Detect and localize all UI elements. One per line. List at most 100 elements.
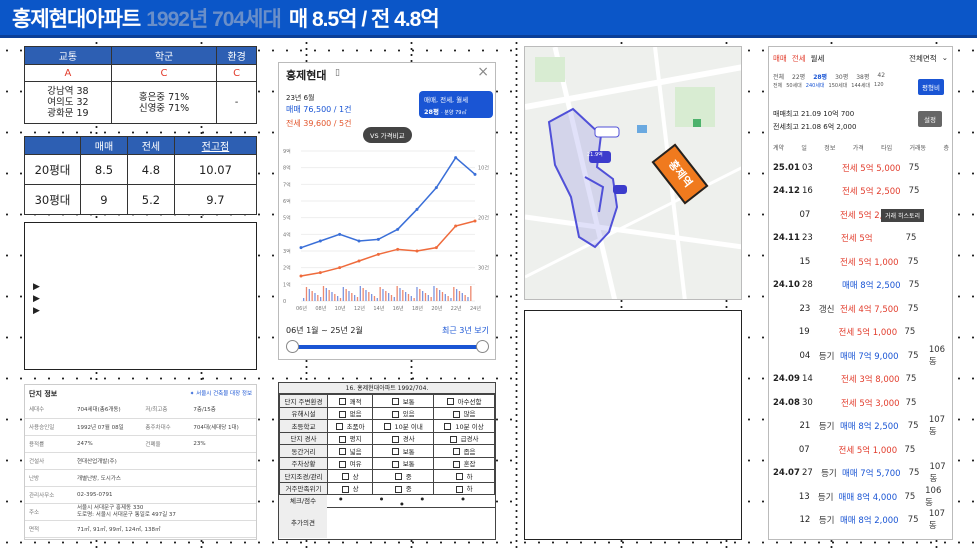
checklist-option[interactable]: 평지 bbox=[326, 431, 374, 445]
checklist-option[interactable]: 경사 bbox=[372, 431, 435, 445]
volume-bar bbox=[444, 294, 446, 301]
checklist-option[interactable]: 상 bbox=[326, 469, 374, 483]
list-cell: 매매 8억 2,500 bbox=[839, 422, 899, 432]
rating-dots[interactable]: ● ● ● ● ● bbox=[327, 496, 495, 506]
book-icon[interactable]: ▯ bbox=[335, 68, 340, 78]
data-point bbox=[357, 239, 361, 243]
list-cell: 75 bbox=[908, 186, 920, 196]
range-slider-start-handle[interactable] bbox=[286, 340, 299, 353]
checklist-option[interactable]: 보통 bbox=[372, 394, 435, 408]
compare-size-button[interactable]: 평형비 bbox=[918, 79, 944, 95]
range-slider-end-handle[interactable] bbox=[476, 340, 489, 353]
tab-sale[interactable]: 매매 bbox=[773, 53, 787, 64]
checklist-option[interactable]: 아수선함 bbox=[433, 394, 495, 408]
building-register-link[interactable]: ✦ 서울시 건축물 대장 정보 bbox=[190, 389, 252, 399]
list-item[interactable]: 24.1216전세 5억 2,500756층 bbox=[773, 183, 952, 200]
volume-bar bbox=[368, 292, 370, 301]
checklist-option[interactable]: 중 bbox=[372, 469, 435, 483]
checklist-option[interactable]: 10분 이내 bbox=[372, 419, 435, 433]
data-point bbox=[415, 207, 419, 211]
volume-bar bbox=[399, 288, 401, 301]
map-notes-box[interactable] bbox=[524, 310, 742, 540]
list-item[interactable]: 07전세 5억 1,0007514층 bbox=[773, 441, 952, 458]
volume-bar bbox=[450, 298, 452, 301]
note-input[interactable] bbox=[327, 508, 495, 538]
checklist-option[interactable]: 하 bbox=[433, 481, 495, 495]
close-icon[interactable]: × bbox=[477, 64, 489, 80]
volume-bar bbox=[396, 286, 398, 301]
checklist-option[interactable]: 있음 bbox=[372, 406, 435, 420]
volume-bar bbox=[320, 297, 322, 301]
checklist-option[interactable]: 넓음 bbox=[326, 444, 374, 458]
checklist-option[interactable]: 많음 bbox=[433, 406, 495, 420]
list-cell: 04 bbox=[799, 350, 811, 361]
list-cell: 75 bbox=[904, 444, 916, 455]
checklist-option[interactable]: 초품아 bbox=[326, 419, 374, 433]
list-cell: 전세 4억 7,500 bbox=[839, 304, 899, 315]
list-item[interactable]: 04등기매매 7억 9,00075106동9층 bbox=[773, 345, 952, 367]
checklist-option[interactable]: 하 bbox=[433, 469, 495, 483]
volume-bar bbox=[419, 289, 421, 301]
chart-lease-price: 전세 39,600 / 5건 bbox=[286, 119, 352, 128]
list-cell: 등기 bbox=[818, 351, 835, 362]
checklist-option[interactable]: 급경사 bbox=[433, 431, 495, 445]
infra-grade: C bbox=[216, 64, 257, 82]
list-cell: 75 bbox=[908, 468, 920, 478]
list-item[interactable]: 25.0103전세 5억 5,000753층 bbox=[773, 159, 952, 176]
area-select[interactable]: 전체면적 bbox=[909, 53, 937, 64]
trade-filter-dropdown[interactable]: 매매, 전세, 월세 28평 · 분양 79㎡ bbox=[419, 91, 493, 118]
checklist-option[interactable]: 좁음 bbox=[433, 444, 495, 458]
checklist-option[interactable]: 보통 bbox=[372, 456, 435, 470]
map-marker[interactable]: 21.9억 bbox=[587, 151, 603, 158]
list-item[interactable]: 24.1123전세 5억7511층 bbox=[773, 230, 952, 247]
map-panel[interactable]: 21.9억 홍제역 bbox=[524, 46, 742, 300]
checklist-option[interactable]: 혼잡 bbox=[433, 456, 495, 470]
x-tick-label: 20년 bbox=[431, 305, 442, 312]
list-item[interactable]: 19전세 5억 1,0007512층 bbox=[773, 324, 952, 341]
list-cell: 30 bbox=[802, 397, 813, 408]
checklist-option[interactable]: 쾌적 bbox=[326, 394, 374, 408]
list-cell: 전세 5억 2,500 bbox=[841, 187, 901, 197]
recent-3y-button[interactable]: 최근 3년 보기 bbox=[442, 325, 489, 336]
play-icon: ▶ bbox=[33, 306, 40, 316]
checklist-option[interactable]: 중 bbox=[372, 481, 435, 495]
list-cell: 12 bbox=[799, 515, 811, 525]
list-cell: 전세 5억 5,000 bbox=[841, 163, 901, 174]
list-item[interactable]: 21등기매매 8억 2,50075107동6층 bbox=[773, 415, 952, 437]
list-item[interactable]: 24.0830전세 5억 3,0007511층 bbox=[773, 394, 952, 411]
chevron-down-icon[interactable]: ⌄ bbox=[942, 53, 948, 64]
settings-button[interactable]: 설정 bbox=[918, 111, 942, 127]
checklist-option[interactable]: 10분 이상 bbox=[433, 419, 495, 433]
chart-sale-price: 매매 76,500 / 1건 bbox=[286, 105, 352, 114]
volume-bar bbox=[388, 293, 390, 301]
data-point bbox=[338, 266, 342, 270]
chart-complex-name: 홍제현대 bbox=[286, 69, 327, 82]
list-cell: 매매 8억 2,500 bbox=[841, 281, 901, 291]
infra-header: 교통 bbox=[24, 46, 112, 65]
checklist-option[interactable]: 상 bbox=[326, 481, 374, 495]
list-item[interactable]: 07전세 5억 2,000751층 bbox=[773, 206, 952, 223]
list-item[interactable]: 24.0914전세 3억 8,0007513층 bbox=[773, 371, 952, 388]
price-header: 전세 bbox=[126, 136, 175, 155]
checklist-item-label: 주차상황 bbox=[279, 456, 328, 470]
data-point bbox=[454, 156, 458, 160]
list-item[interactable]: 13등기매매 8억 4,00075106동11층 bbox=[773, 486, 952, 508]
list-item[interactable]: 24.1028매매 8억 2,500755층 bbox=[773, 277, 952, 294]
list-item[interactable]: 24.0727등기매매 7억 5,70075107동1층 bbox=[773, 462, 952, 484]
tab-monthly[interactable]: 월세 bbox=[811, 53, 825, 64]
list-item[interactable]: 15전세 5억 1,000758층 bbox=[773, 253, 952, 270]
tab-lease[interactable]: 전세 bbox=[792, 53, 806, 64]
checklist-option[interactable]: 보통 bbox=[372, 444, 435, 458]
volume-bar bbox=[311, 291, 313, 301]
list-item[interactable]: 12등기매매 8억 2,00075107동3층 bbox=[773, 509, 952, 531]
compare-price-button[interactable]: VS 가격비교 bbox=[363, 127, 412, 143]
notes-box[interactable]: ▶ ▶ ▶ bbox=[24, 222, 257, 370]
price-trend-chart: 9억 8억 10건 7억 6억 5억 20건 4억 3억 2억 30건 1억 0 06년 08년 10년 12년… bbox=[283, 148, 489, 312]
checklist-option[interactable]: 없음 bbox=[326, 406, 374, 420]
list-item[interactable]: 23갱신전세 4억 7,500758층 bbox=[773, 300, 952, 317]
list-cell: 15 bbox=[799, 256, 811, 267]
volume-bar bbox=[453, 287, 455, 301]
range-slider-track[interactable] bbox=[291, 345, 485, 349]
volume-bar bbox=[345, 289, 347, 301]
checklist-option[interactable]: 여유 bbox=[326, 456, 374, 470]
